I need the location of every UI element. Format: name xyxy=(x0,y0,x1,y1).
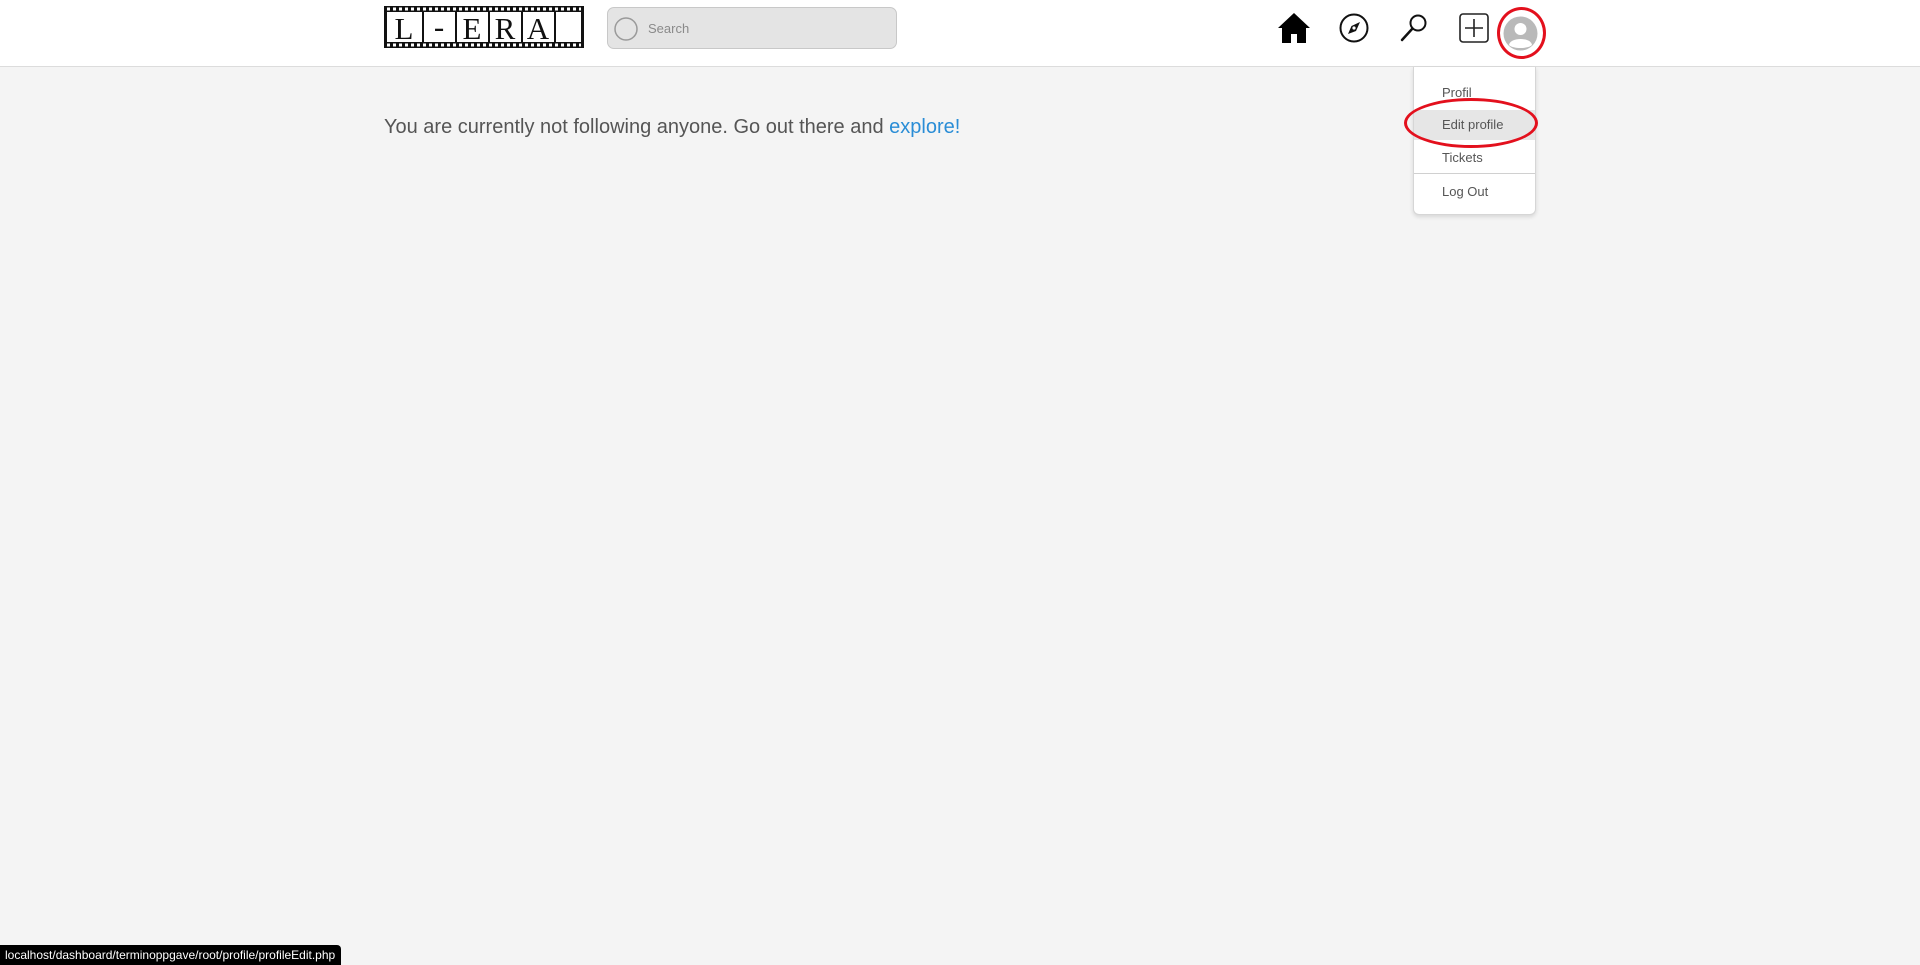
profile-avatar-button[interactable] xyxy=(1495,8,1546,59)
svg-text:L: L xyxy=(395,11,414,46)
avatar-icon xyxy=(1503,16,1538,51)
film-strip-logo-icon: L - E R A xyxy=(384,6,584,48)
home-button[interactable] xyxy=(1276,10,1312,46)
menu-item-log-out[interactable]: Log Out xyxy=(1414,177,1535,207)
svg-text:E: E xyxy=(463,11,482,46)
empty-feed-text: You are currently not following anyone. … xyxy=(384,116,890,138)
search-bar[interactable] xyxy=(607,7,897,49)
add-post-button[interactable] xyxy=(1456,10,1492,46)
menu-divider xyxy=(1414,173,1535,174)
menu-item-profil[interactable]: Profil xyxy=(1414,78,1535,108)
browser-status-bar: localhost/dashboard/terminoppgave/root/p… xyxy=(0,945,342,965)
profile-dropdown-menu: Profil Edit profile Tickets Log Out xyxy=(1413,67,1536,215)
search-input[interactable] xyxy=(648,8,888,48)
explore-button[interactable] xyxy=(1336,10,1372,46)
search-icon xyxy=(614,17,638,41)
top-header: L - E R A xyxy=(0,0,1920,67)
svg-text:R: R xyxy=(495,11,516,46)
plus-square-icon xyxy=(1459,13,1489,43)
status-url: localhost/dashboard/terminoppgave/root/p… xyxy=(5,948,336,962)
home-icon xyxy=(1278,13,1310,43)
compass-icon xyxy=(1339,13,1369,43)
search-nav-button[interactable] xyxy=(1396,10,1432,46)
empty-feed-message: You are currently not following anyone. … xyxy=(384,116,960,139)
svg-text:A: A xyxy=(527,11,550,46)
menu-item-tickets[interactable]: Tickets xyxy=(1414,143,1535,173)
svg-text:-: - xyxy=(434,9,444,44)
menu-item-edit-profile[interactable]: Edit profile xyxy=(1414,110,1535,140)
site-logo[interactable]: L - E R A xyxy=(384,6,584,48)
magnifier-icon xyxy=(1400,14,1427,42)
explore-link[interactable]: explore! xyxy=(889,116,960,138)
